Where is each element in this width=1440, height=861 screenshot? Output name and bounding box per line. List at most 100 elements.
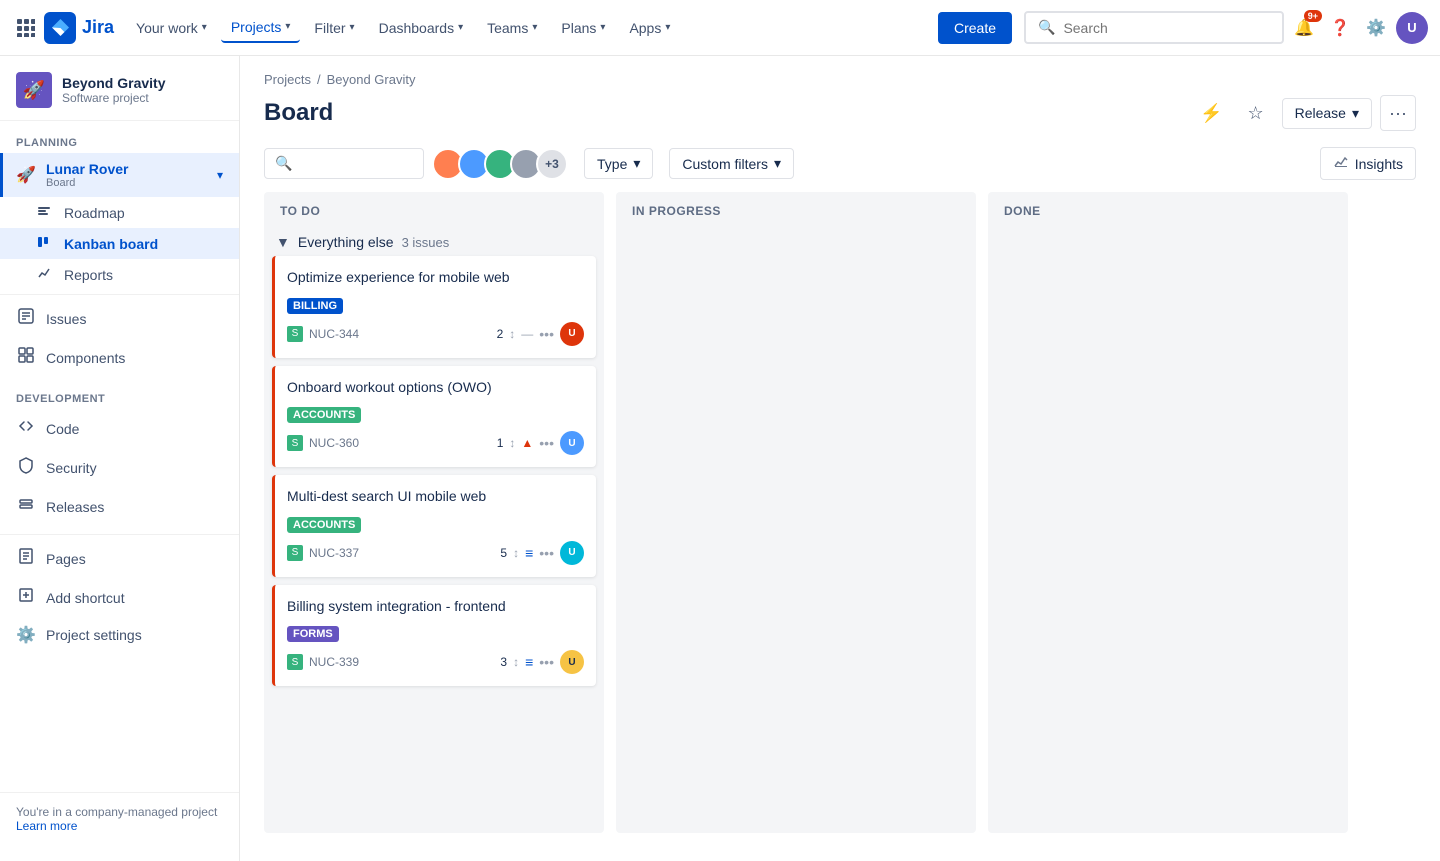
more-icon-1[interactable]: •••: [539, 326, 554, 342]
search-bar[interactable]: 🔍: [1024, 11, 1284, 44]
column-done: DONE: [988, 192, 1348, 833]
notifications-button[interactable]: 🔔 9+: [1288, 12, 1320, 44]
sidebar-item-issues[interactable]: Issues: [0, 299, 239, 338]
sort-icon-4: ↕: [513, 655, 519, 669]
planning-section-label: PLANNING: [0, 121, 239, 153]
insights-label: Insights: [1355, 156, 1403, 172]
card-3-avatar: U: [560, 541, 584, 565]
chevron-down-icon: ▾: [350, 22, 355, 33]
kanban-card-4[interactable]: Billing system integration - frontend FO…: [272, 585, 596, 687]
card-4-avatar: U: [560, 650, 584, 674]
board-search-input[interactable]: [298, 156, 408, 172]
card-1-footer-right: 2 ↕ — ••• U: [497, 322, 584, 346]
card-2-points: 1: [497, 436, 504, 450]
custom-filters-label: Custom filters: [682, 156, 768, 172]
story-icon-3: S: [287, 545, 303, 561]
card-1-id: NUC-344: [309, 327, 359, 341]
nav-plans[interactable]: Plans ▾: [551, 14, 615, 42]
sidebar-item-lunar-rover[interactable]: 🚀 Lunar Rover Board ▾: [0, 153, 239, 197]
help-button[interactable]: ❓: [1324, 12, 1356, 44]
sort-icon-2: ↕: [509, 436, 515, 450]
sidebar-footer-link[interactable]: Learn more: [16, 819, 223, 833]
card-4-points: 3: [500, 655, 507, 669]
user-avatar[interactable]: U: [1396, 12, 1428, 44]
sidebar-item-components[interactable]: Components: [0, 338, 239, 377]
column-todo: TO DO ▼ Everything else 3 issues Optimiz…: [264, 192, 604, 833]
search-input[interactable]: [1063, 20, 1263, 36]
column-done-header: DONE: [988, 192, 1348, 226]
settings-icon: ⚙️: [16, 625, 36, 645]
sidebar-item-add-shortcut[interactable]: Add shortcut: [0, 578, 239, 617]
sidebar-item-roadmap[interactable]: Roadmap: [0, 197, 239, 228]
lunar-rover-sublabel: Board: [46, 177, 128, 189]
sidebar-project-header[interactable]: 🚀 Beyond Gravity Software project: [0, 56, 239, 121]
nav-your-work[interactable]: Your work ▾: [126, 14, 217, 42]
priority-icon-4: ≡: [525, 654, 533, 670]
sidebar-item-releases[interactable]: Releases: [0, 487, 239, 526]
lightning-button[interactable]: ⚡: [1194, 95, 1230, 131]
board-search[interactable]: 🔍: [264, 148, 424, 179]
story-icon-1: S: [287, 326, 303, 342]
breadcrumb-projects[interactable]: Projects: [264, 72, 311, 87]
card-2-avatar: U: [560, 431, 584, 455]
column-done-inner: [988, 226, 1348, 833]
more-icon-3[interactable]: •••: [539, 545, 554, 561]
card-1-tag: BILLING: [287, 298, 343, 314]
kanban-card-2[interactable]: Onboard workout options (OWO) ACCOUNTS S…: [272, 366, 596, 468]
search-icon: 🔍: [275, 155, 292, 172]
board-header: Board ⚡ ☆ Release ▾ ···: [240, 87, 1440, 147]
more-options-button[interactable]: ···: [1380, 95, 1416, 131]
nav-dashboards[interactable]: Dashboards ▾: [369, 14, 474, 42]
search-icon: 🔍: [1038, 19, 1055, 36]
kanban-card-3[interactable]: Multi-dest search UI mobile web ACCOUNTS…: [272, 475, 596, 577]
star-button[interactable]: ☆: [1238, 95, 1274, 131]
card-1-points: 2: [497, 327, 504, 341]
sidebar-item-project-settings[interactable]: ⚙️ Project settings: [0, 617, 239, 653]
jira-logo[interactable]: Jira: [44, 12, 114, 44]
release-label: Release: [1295, 105, 1346, 121]
nav-projects[interactable]: Projects ▾: [221, 13, 301, 43]
help-icon: ❓: [1330, 18, 1350, 38]
settings-button[interactable]: ⚙️: [1360, 12, 1392, 44]
nav-filter[interactable]: Filter ▾: [304, 14, 364, 42]
breadcrumb-separator: /: [317, 72, 321, 87]
custom-filters-button[interactable]: Custom filters ▾: [669, 148, 794, 179]
card-2-id: NUC-360: [309, 436, 359, 450]
type-filter-button[interactable]: Type ▾: [584, 148, 653, 179]
main-content: Projects / Beyond Gravity Board ⚡ ☆ Rele…: [240, 56, 1440, 861]
column-inprogress: IN PROGRESS: [616, 192, 976, 833]
avatar-more[interactable]: +3: [536, 148, 568, 180]
more-icon-2[interactable]: •••: [539, 435, 554, 451]
sidebar-item-security[interactable]: Security: [0, 448, 239, 487]
kanban-card-1[interactable]: Optimize experience for mobile web BILLI…: [272, 256, 596, 358]
nav-apps[interactable]: Apps ▾: [619, 14, 680, 42]
column-inprogress-inner: [616, 226, 976, 833]
epic-group-count: 3 issues: [402, 235, 450, 250]
column-inprogress-header: IN PROGRESS: [616, 192, 976, 226]
grid-menu-icon[interactable]: [12, 14, 40, 42]
card-4-tag: FORMS: [287, 626, 339, 642]
sidebar-item-code[interactable]: Code: [0, 409, 239, 448]
sidebar-item-kanban-board[interactable]: Kanban board: [0, 228, 239, 259]
star-icon: ☆: [1248, 103, 1264, 124]
create-button[interactable]: Create: [938, 12, 1012, 44]
sidebar-item-reports[interactable]: Reports: [0, 259, 239, 290]
security-icon: [16, 456, 36, 479]
breadcrumb-beyond-gravity[interactable]: Beyond Gravity: [327, 72, 416, 87]
chevron-down-icon: ▾: [665, 22, 670, 33]
sidebar-footer-text: You're in a company-managed project: [16, 805, 223, 819]
kanban-icon: [36, 234, 52, 253]
topnav: Jira Your work ▾ Projects ▾ Filter ▾ Das…: [0, 0, 1440, 56]
insights-button[interactable]: Insights: [1320, 147, 1416, 180]
epic-group-header[interactable]: ▼ Everything else 3 issues: [272, 226, 596, 256]
nav-teams[interactable]: Teams ▾: [477, 14, 547, 42]
more-icon-4[interactable]: •••: [539, 654, 554, 670]
issues-icon: [16, 307, 36, 330]
sidebar-item-pages[interactable]: Pages: [0, 539, 239, 578]
release-button[interactable]: Release ▾: [1282, 98, 1372, 129]
card-3-footer-right: 5 ↕ ≡ ••• U: [500, 541, 584, 565]
card-4-footer-right: 3 ↕ ≡ ••• U: [500, 650, 584, 674]
chevron-down-icon: ▾: [633, 155, 640, 172]
card-3-title: Multi-dest search UI mobile web: [287, 487, 584, 507]
app-layout: 🚀 Beyond Gravity Software project PLANNI…: [0, 56, 1440, 861]
